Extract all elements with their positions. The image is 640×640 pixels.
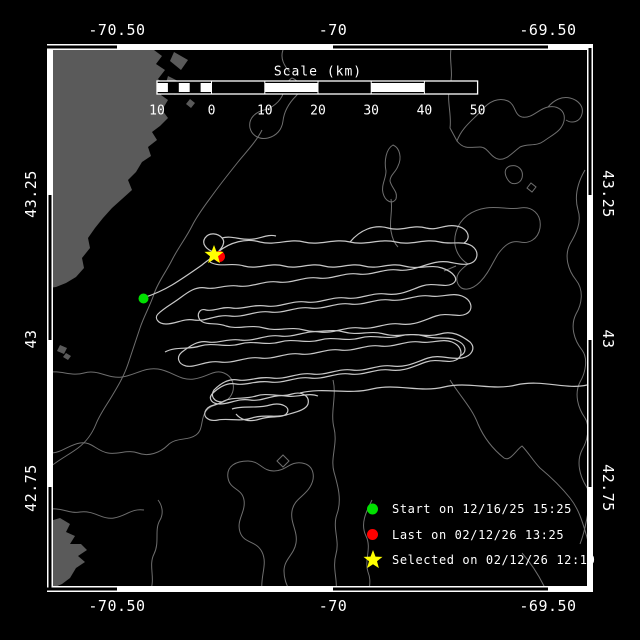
scale-bar-title: Scale (km)	[274, 65, 362, 80]
legend-start-dot	[367, 504, 378, 515]
start-marker[interactable]	[139, 294, 149, 304]
legend-selected-label: Selected on 02/12/26 12:10	[392, 553, 595, 567]
lat-tick-right-1: 43.25	[599, 170, 617, 218]
island	[186, 99, 195, 108]
legend-last-label: Last on 02/12/26 13:25	[392, 528, 564, 542]
lon-tick-bottom-1: -70.50	[88, 597, 145, 615]
lon-tick-top-2: -70	[319, 21, 348, 39]
legend-selected-star	[364, 550, 383, 568]
island	[170, 52, 188, 70]
island	[57, 345, 67, 354]
lat-tick-left-2: 43	[22, 329, 40, 348]
scale-tick-10: 10	[257, 104, 273, 119]
lon-tick-top-1: -70.50	[88, 21, 145, 39]
lon-tick-top-3: -69.50	[519, 21, 576, 39]
land-polygons	[47, 44, 195, 588]
coastline-land	[47, 44, 168, 288]
scale-tick-50: 50	[470, 104, 486, 119]
lat-tick-left-3: 42.75	[22, 464, 40, 512]
lon-tick-bottom-3: -69.50	[519, 597, 576, 615]
scale-tick-30: 30	[363, 104, 379, 119]
lat-tick-left-1: 43.25	[22, 170, 40, 218]
scale-tick-0: 0	[208, 104, 216, 119]
scale-tick-20: 20	[310, 104, 326, 119]
map-canvas[interactable]	[0, 0, 640, 640]
scale-bar	[157, 81, 478, 94]
scale-tick-40: 40	[417, 104, 433, 119]
lat-tick-right-3: 42.75	[599, 464, 617, 512]
legend-last-dot	[367, 529, 378, 540]
drifter-track-map-screen: -70.50 -70 -69.50 -70.50 -70 -69.50 43.2…	[0, 0, 640, 640]
island	[63, 353, 71, 360]
lon-tick-bottom-2: -70	[319, 597, 348, 615]
legend-start-label: Start on 12/16/25 15:25	[392, 502, 572, 516]
scale-tick-10L: 10	[149, 104, 165, 119]
lat-tick-right-2: 43	[599, 329, 617, 348]
